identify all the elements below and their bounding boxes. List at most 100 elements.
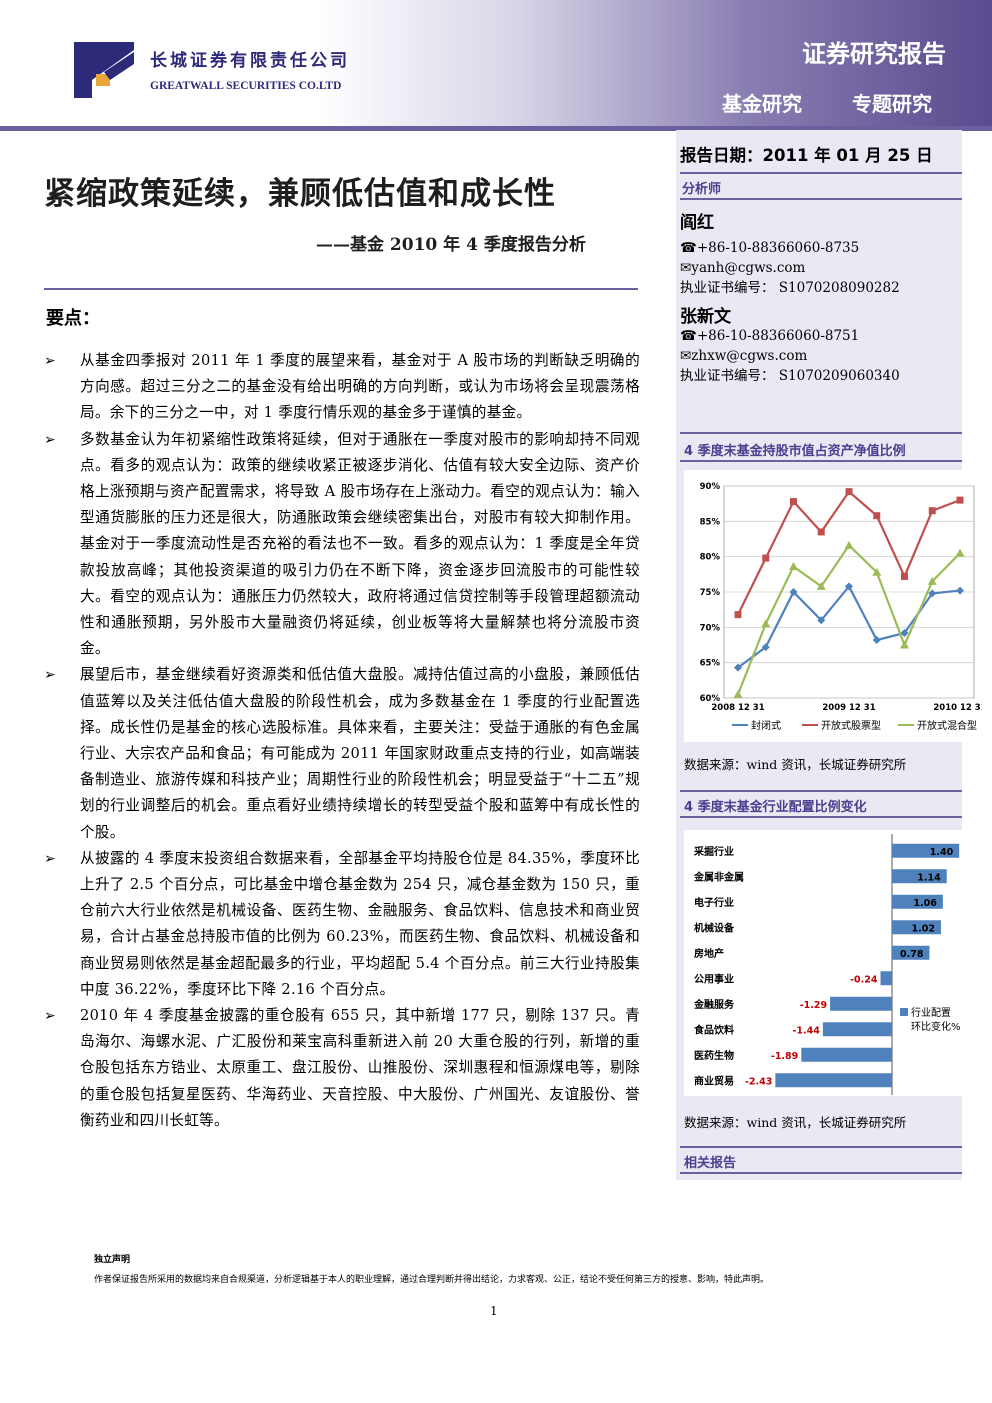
list-item: ➢ 从基金四季报对 2011 年 1 季度的展望来看，基金对于 A 股市场的判断缺… [44, 348, 640, 427]
bullet-text: 从披露的 4 季度末投资组合数据来看，全部基金平均持股仓位是 84.35%，季度… [80, 849, 640, 998]
data-point [789, 562, 798, 571]
line-chart: 60%65%70%75%80%85%90%2008 12 31 2009 12 3… [700, 482, 987, 732]
category-label: 机械设备 [694, 921, 735, 934]
data-point [733, 689, 743, 698]
analyst-phone: ☎+86-10-88366060-8751 [680, 328, 860, 344]
value-label: 1.02 [912, 923, 935, 934]
y-tick-label: 90% [700, 482, 721, 492]
analyst-email[interactable]: ✉zhxw@cgws.com [680, 346, 807, 366]
arrow-bullet-icon: ➢ [44, 1008, 56, 1025]
data-point [901, 572, 908, 580]
value-label: 1.14 [917, 872, 941, 883]
chart2-heading: 4 季度末基金行业配置比例变化 [684, 800, 867, 815]
value-label: -0.24 [850, 974, 878, 985]
chart2-source: 数据来源：wind 资讯，长城证券研究所 [684, 1115, 907, 1130]
key-points-list: ➢ 从基金四季报对 2011 年 1 季度的展望来看，基金对于 A 股市场的判断缺… [44, 348, 640, 1134]
analyst-name: 阎红 [680, 213, 714, 233]
legend-label: 行业配置 [911, 1006, 951, 1019]
company-logo [74, 42, 134, 98]
bullet-text: 展望后市，基金继续看好资源类和低估值大盘股。减持估值过高的小盘股，兼顾低估值蓝筹… [80, 666, 640, 841]
company-name-en: GREATWALL SECURITIES CO.LTD [150, 80, 342, 92]
arrow-bullet-icon: ➢ [44, 850, 56, 867]
analyst-email[interactable]: ✉yanh@cgws.com [680, 258, 805, 278]
chart1-heading: 4 季度末基金持股市值占资产净值比例 [684, 444, 906, 459]
category-label: 医药生物 [694, 1049, 734, 1062]
divider [680, 432, 962, 434]
x-tick-label: 2009 12 31 [822, 703, 875, 713]
divider [680, 172, 962, 174]
category-label: 公用事业 [694, 972, 734, 985]
arrow-bullet-icon: ➢ [44, 667, 56, 684]
bar [880, 971, 892, 986]
category-label: 商业贸易 [694, 1074, 734, 1087]
divider [680, 1172, 962, 1174]
legend-label: 开放式股票型 [821, 719, 881, 732]
data-point [845, 488, 853, 496]
data-point [955, 548, 965, 557]
list-item: ➢ 展望后市，基金继续看好资源类和低估值大盘股。减持估值过高的小盘股，兼顾低估值蓝… [44, 662, 640, 845]
legend-swatch [900, 1008, 908, 1016]
bar [822, 1022, 892, 1037]
category-fund-research: 基金研究 [722, 92, 802, 116]
chart1-frame: 60% 65% 70% 75% 80% 85% 90% 2008 12 31 2009 12 3… [684, 470, 987, 742]
bullet-text: 2010 年 4 季度基金披露的重仓股有 655 只，其中新增 177 只，剔除… [80, 1007, 640, 1129]
analyst-phone: ☎+86-10-88366060-8735 [680, 240, 860, 256]
y-tick-label: 70% [700, 623, 721, 633]
data-point [956, 586, 964, 595]
category-label: 采掘行业 [693, 845, 734, 858]
page-title: 紧缩政策延续，兼顾低估值和成长性 [44, 176, 556, 212]
report-date: 报告日期：2011 年 01 月 25 日 [680, 146, 933, 165]
arrow-bullet-icon: ➢ [44, 353, 56, 369]
data-point [734, 611, 742, 619]
key-points-heading: 要点： [46, 308, 100, 329]
data-point [928, 507, 936, 515]
list-item: ➢ 从披露的 4 季度末投资组合数据来看，全部基金平均持股仓位是 84.35%，季… [44, 846, 640, 1003]
bullet-text: 多数基金认为年初紧缩性政策将延续，但对于通胀在一季度对股市的影响却持不同观点。看… [80, 430, 640, 658]
bar-chart: 采掘行业 1.40 金属非金属 1.14 电子行业 1.06 机械设备 1.02 房地产 0.78… [693, 834, 961, 1095]
category-special-research: 专题研究 [852, 92, 932, 116]
legend-label: 开放式混合型 [917, 719, 977, 732]
divider [680, 460, 962, 462]
data-point [844, 540, 854, 549]
data-point [900, 640, 909, 649]
bar [801, 1047, 892, 1062]
series-line [736, 543, 961, 695]
list-item: ➢ 2010 年 4 季度基金披露的重仓股有 655 只，其中新增 177 只，剔… [44, 1003, 640, 1134]
title-divider [44, 288, 638, 290]
value-label: 0.78 [900, 949, 924, 960]
category-label: 房地产 [694, 947, 724, 960]
divider [680, 790, 962, 792]
bar [830, 996, 892, 1011]
value-label: 1.40 [930, 847, 954, 858]
related-reports-heading: 相关报告 [684, 1156, 737, 1171]
disclaimer-text: 作者保证报告所采用的数据均来自合规渠道，分析逻辑基于本人的职业理解，通过合理判断… [94, 1275, 770, 1285]
analyst-name: 张新文 [680, 307, 731, 327]
category-label: 金融服务 [693, 998, 735, 1011]
divider [680, 816, 962, 818]
value-label: -1.89 [771, 1051, 798, 1062]
y-tick-label: 85% [700, 517, 721, 527]
data-point [761, 619, 771, 628]
value-label: -1.29 [800, 1000, 827, 1011]
data-point [872, 636, 881, 645]
list-item: ➢ 多数基金认为年初紧缩性政策将延续，但对于通胀在一季度对股市的影响却持不同观点。… [44, 427, 640, 663]
bullet-text: 从基金四季报对 2011 年 1 季度的展望来看，基金对于 A 股市场的判断缺乏… [80, 352, 640, 422]
y-tick-label: 75% [700, 588, 721, 598]
bar [775, 1073, 892, 1088]
y-tick-label: 65% [700, 659, 721, 669]
analyst-heading: 分析师 [682, 182, 722, 197]
divider [680, 198, 962, 200]
data-point [956, 496, 964, 504]
company-name-cn: 长城证券有限责任公司 [150, 51, 350, 71]
y-tick-label: 80% [700, 553, 721, 563]
x-tick-label: 2010 12 31 [933, 703, 982, 713]
data-point [790, 498, 797, 506]
data-point [762, 554, 770, 562]
arrow-bullet-icon: ➢ [44, 431, 56, 448]
category-label: 电子行业 [694, 896, 734, 909]
legend-label: 封闭式 [751, 719, 781, 732]
category-label: 金属非金属 [693, 870, 744, 883]
page-subtitle: ——基金 2010 年 4 季度报告分析 [316, 235, 586, 255]
analyst-cert: 执业证书编号： S1070209060340 [680, 368, 900, 384]
value-label: -2.43 [745, 1076, 772, 1087]
